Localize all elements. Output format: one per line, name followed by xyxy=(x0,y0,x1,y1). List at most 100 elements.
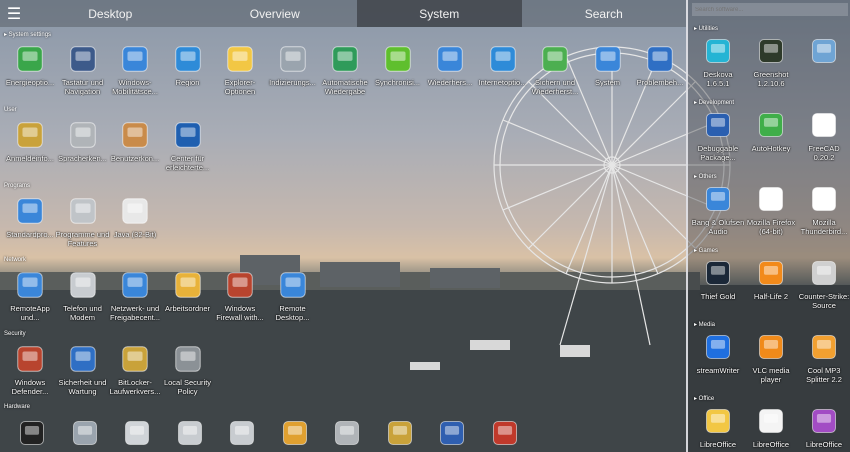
tile-network-center[interactable]: Netzwerk- und Freigabecent... xyxy=(107,261,163,331)
restore-icon xyxy=(434,43,466,75)
sidebar-app-development-1[interactable]: AutoHotkey xyxy=(744,100,798,170)
tile-laptop[interactable]: Windows-Mobilitätsce... xyxy=(107,35,163,105)
tile-defender[interactable]: Windows Defender... xyxy=(2,335,58,405)
sidebar-app-media-2[interactable]: Cool MP3 Splitter 2.2 xyxy=(797,322,850,392)
tile-restore[interactable]: Wiederhers... xyxy=(422,35,478,105)
defender-icon xyxy=(14,343,46,375)
sidebar-app-others-2[interactable]: Mozilla Thunderbird... xyxy=(797,174,850,244)
sidebar-app-games-2[interactable]: Counter-Strike: Source xyxy=(797,248,850,318)
tab-overview[interactable]: Overview xyxy=(193,0,358,27)
tile-bitlocker[interactable]: BitLocker-Laufwerkvers... xyxy=(107,335,163,405)
sidebar-app-media-1[interactable]: VLC media player xyxy=(744,322,798,392)
remoteapp-icon xyxy=(14,269,46,301)
tile-troubleshoot[interactable]: Problembeh... xyxy=(632,35,688,105)
troubleshoot-icon xyxy=(644,43,676,75)
tile-printer[interactable] xyxy=(214,410,270,452)
internet-options-icon xyxy=(487,43,519,75)
tile-work-folders[interactable]: Arbeitsordner xyxy=(160,261,216,331)
tab-search[interactable]: Search xyxy=(522,0,687,27)
sidebar-app-office-1[interactable]: LibreOffice xyxy=(744,396,798,452)
tile-label: Remote Desktop... xyxy=(275,304,310,322)
tab-system[interactable]: System xyxy=(357,0,522,27)
tile-autoplay[interactable]: Automatische Wiedergabe xyxy=(317,35,373,105)
tile-remote-desktop[interactable]: Remote Desktop... xyxy=(265,261,321,331)
app-label: Greenshot 1.2.10.6 xyxy=(753,70,789,88)
music-note-icon xyxy=(703,332,733,362)
window-icon xyxy=(809,184,839,214)
app-label: LibreOffice xyxy=(752,440,790,449)
tile-device-manager[interactable] xyxy=(477,410,533,452)
sidebar-app-others-1[interactable]: Mozilla Firefox (64-bit) xyxy=(744,174,798,244)
app-label: Mozilla Firefox (64-bit) xyxy=(746,218,796,236)
hamburger-menu-button[interactable]: ☰ xyxy=(0,0,28,27)
tile-label: Sicherheit und Wartung xyxy=(58,378,107,396)
tile-ease-of-access[interactable]: Center für erleichterte... xyxy=(160,111,216,181)
xbox-icon xyxy=(437,418,467,448)
tile-phone-modem[interactable]: Telefon und Modem xyxy=(55,261,111,331)
tile-java[interactable]: Java (32-Bit) xyxy=(107,187,163,257)
tile-globe-clock[interactable]: Region xyxy=(160,35,216,105)
tile-scanner[interactable] xyxy=(372,410,428,452)
sidebar-app-development-0[interactable]: Debuggable Package... xyxy=(691,100,745,170)
keyboard-icon xyxy=(67,43,99,75)
half-life-icon xyxy=(756,258,786,288)
tile-default-programs[interactable]: Standardpro... xyxy=(2,187,58,257)
tile-battery[interactable]: Energieoptio... xyxy=(2,35,58,105)
tile-backup[interactable]: Sichern und Wiederherst... xyxy=(527,35,583,105)
tile-bang-olufsen[interactable] xyxy=(4,410,60,452)
sidebar-app-games-0[interactable]: Thief Gold xyxy=(691,248,745,318)
app-label: Deskova 1.6.5.1 xyxy=(703,70,733,88)
app-label: Half-Life 2 xyxy=(753,292,789,301)
app-label: Bang & Olufsen Audio xyxy=(691,218,745,236)
sidebar-app-utilities-2[interactable] xyxy=(797,26,850,96)
tile-xbox[interactable] xyxy=(424,410,480,452)
laptop-icon xyxy=(119,43,151,75)
tile-flag[interactable]: Sicherheit und Wartung xyxy=(55,335,111,405)
tile-keyboard-flat[interactable] xyxy=(109,410,165,452)
sidebar-app-office-2[interactable]: LibreOffice xyxy=(797,396,850,452)
blurred-app-icon xyxy=(809,36,839,66)
sidebar-app-office-0[interactable]: LibreOffice xyxy=(691,396,745,452)
tile-label: Sichern und Wiederherst... xyxy=(531,78,579,96)
tile-programs-features[interactable]: Programme und Features xyxy=(55,187,111,257)
software-sidebar: ▸ UtilitiesDeskova 1.6.5.1Greenshot 1.2.… xyxy=(686,0,850,452)
app-label: Counter-Strike: Source xyxy=(798,292,850,310)
tile-users[interactable]: Benutzerkon... xyxy=(107,111,163,181)
tile-label: Telefon und Modem xyxy=(63,304,102,322)
network-center-icon xyxy=(119,269,151,301)
app-label: streamWriter xyxy=(696,366,740,375)
tile-mouse[interactable] xyxy=(57,410,113,452)
tile-keyboard[interactable]: Tastatur und Navigation xyxy=(55,35,111,105)
bo-audio-icon xyxy=(703,184,733,214)
smiley-icon xyxy=(809,332,839,362)
sidebar-app-games-1[interactable]: Half-Life 2 xyxy=(744,248,798,318)
app-label: Thief Gold xyxy=(700,292,736,301)
mouse-icon xyxy=(70,418,100,448)
tile-indexing[interactable]: Indizierungs... xyxy=(265,35,321,105)
tile-color-management[interactable] xyxy=(267,410,323,452)
sidebar-app-media-0[interactable]: streamWriter xyxy=(691,322,745,392)
software-search-input[interactable] xyxy=(692,3,848,16)
sidebar-app-development-2[interactable]: FreeCAD 0.20.2 xyxy=(797,100,850,170)
tile-label: Explorer-Optionen xyxy=(224,78,256,96)
tile-sound[interactable] xyxy=(319,410,375,452)
sidebar-app-utilities-1[interactable]: Greenshot 1.2.10.6 xyxy=(744,26,798,96)
tile-label: BitLocker-Laufwerkvers... xyxy=(109,378,161,396)
tile-internet-options[interactable]: Internetoptio... xyxy=(475,35,531,105)
tile-firewall[interactable]: Windows Firewall with... xyxy=(212,261,268,331)
sidebar-app-others-0[interactable]: Bang & Olufsen Audio xyxy=(691,174,745,244)
tile-label: Java (32-Bit) xyxy=(113,230,157,239)
tile-remoteapp[interactable]: RemoteApp und... xyxy=(2,261,58,331)
tile-microphone[interactable]: Spracherken... xyxy=(55,111,111,181)
sidebar-app-utilities-0[interactable]: Deskova 1.6.5.1 xyxy=(691,26,745,96)
tile-security-policy[interactable]: Local Security Policy xyxy=(160,335,216,405)
tile-credential[interactable]: Anmeldeinfo... xyxy=(2,111,58,181)
sync-icon xyxy=(382,43,414,75)
tile-sync[interactable]: Synchronisi... xyxy=(370,35,426,105)
tile-devices[interactable] xyxy=(162,410,218,452)
tile-system[interactable]: System xyxy=(580,35,636,105)
tile-label: Synchronisi... xyxy=(374,78,421,87)
tile-label: Windows-Mobilitätsce... xyxy=(112,78,158,96)
tile-folder-options[interactable]: Explorer-Optionen xyxy=(212,35,268,105)
tab-desktop[interactable]: Desktop xyxy=(28,0,193,27)
